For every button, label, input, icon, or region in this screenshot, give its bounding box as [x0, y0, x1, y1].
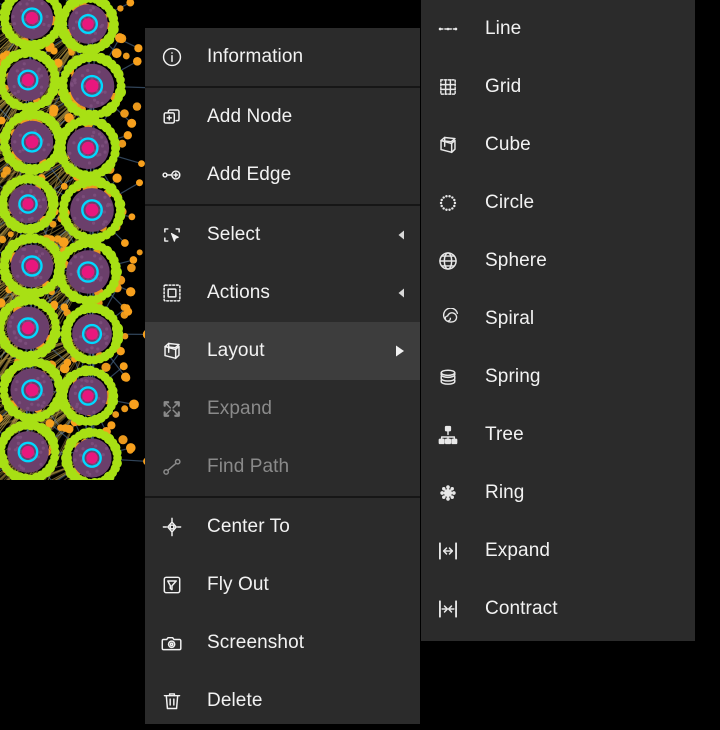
submenu-item-tree[interactable]: Tree — [421, 406, 695, 464]
submenu-item-label: Spiral — [485, 308, 534, 330]
menu-item-label: Expand — [207, 398, 272, 420]
menu-item-fly-out[interactable]: Fly Out — [145, 556, 420, 614]
submenu-item-label: Grid — [485, 76, 521, 98]
ring-cluster-icon — [437, 480, 467, 506]
submenu-item-ring[interactable]: Ring — [421, 464, 695, 522]
camera-icon — [161, 630, 191, 656]
cube-icon — [437, 132, 467, 158]
line-icon — [437, 16, 467, 42]
trash-icon — [161, 688, 191, 714]
submenu-item-line[interactable]: Line — [421, 0, 695, 58]
menu-item-layout[interactable]: Layout — [145, 322, 420, 380]
layout-submenu: Line Grid Cube Circle Sphere Spiral Spring Tree… — [421, 0, 695, 641]
submenu-item-expand[interactable]: Expand — [421, 522, 695, 580]
network-graph-visualization[interactable] — [0, 0, 145, 480]
submenu-item-label: Cube — [485, 134, 531, 156]
find-path-icon — [161, 454, 191, 480]
menu-item-delete[interactable]: Delete — [145, 672, 420, 730]
menu-item-label: Select — [207, 224, 260, 246]
menu-item-label: Actions — [207, 282, 270, 304]
menu-item-label: Layout — [207, 340, 265, 362]
actions-marquee-icon — [161, 280, 191, 306]
spiral-icon — [437, 306, 467, 332]
menu-group: Add Node Add Edge — [145, 88, 420, 206]
chevron-left-icon — [394, 286, 406, 300]
contract-horizontal-icon — [437, 596, 467, 622]
menu-item-add-node[interactable]: Add Node — [145, 88, 420, 146]
cube-icon — [161, 338, 191, 364]
submenu-item-cube[interactable]: Cube — [421, 116, 695, 174]
menu-item-information[interactable]: Information — [145, 28, 420, 86]
menu-item-label: Find Path — [207, 456, 289, 478]
menu-item-label: Add Node — [207, 106, 292, 128]
crosshair-icon — [161, 514, 191, 540]
menu-group: Information — [145, 28, 420, 88]
submenu-item-spring[interactable]: Spring — [421, 348, 695, 406]
circle-dotted-icon — [437, 190, 467, 216]
menu-item-find-path: Find Path — [145, 438, 420, 496]
menu-item-label: Information — [207, 46, 303, 68]
app-window: Information Add Node Add Edge Select Actions… — [0, 0, 720, 724]
submenu-item-label: Contract — [485, 598, 558, 620]
submenu-item-label: Line — [485, 18, 521, 40]
tree-hierarchy-icon — [437, 422, 467, 448]
submenu-item-circle[interactable]: Circle — [421, 174, 695, 232]
submenu-item-label: Expand — [485, 540, 550, 562]
info-circle-icon — [161, 44, 191, 70]
graph-canvas — [0, 0, 145, 480]
expand-horizontal-icon — [437, 538, 467, 564]
menu-item-actions[interactable]: Actions — [145, 264, 420, 322]
menu-item-expand: Expand — [145, 380, 420, 438]
add-edge-icon — [161, 162, 191, 188]
spring-coil-icon — [437, 364, 467, 390]
submenu-item-label: Ring — [485, 482, 524, 504]
menu-item-center-to[interactable]: Center To — [145, 498, 420, 556]
submenu-item-label: Sphere — [485, 250, 547, 272]
select-cursor-icon — [161, 222, 191, 248]
chevron-left-icon — [394, 228, 406, 242]
sphere-globe-icon — [437, 248, 467, 274]
menu-item-select[interactable]: Select — [145, 206, 420, 264]
submenu-item-spiral[interactable]: Spiral — [421, 290, 695, 348]
submenu-item-sphere[interactable]: Sphere — [421, 232, 695, 290]
submenu-item-contract[interactable]: Contract — [421, 580, 695, 638]
chevron-right-icon — [394, 344, 406, 358]
submenu-item-label: Tree — [485, 424, 524, 446]
context-menu: Information Add Node Add Edge Select Actions… — [145, 28, 420, 724]
menu-item-label: Delete — [207, 690, 263, 712]
menu-group: Center To Fly Out Screenshot Delete — [145, 498, 420, 730]
grid-icon — [437, 74, 467, 100]
submenu-item-grid[interactable]: Grid — [421, 58, 695, 116]
menu-item-label: Fly Out — [207, 574, 269, 596]
menu-item-label: Center To — [207, 516, 290, 538]
expand-arrows-icon — [161, 396, 191, 422]
submenu-item-label: Circle — [485, 192, 534, 214]
menu-item-label: Add Edge — [207, 164, 291, 186]
add-node-icon — [161, 104, 191, 130]
menu-item-add-edge[interactable]: Add Edge — [145, 146, 420, 204]
fly-out-icon — [161, 572, 191, 598]
menu-group: Select Actions Layout Expand Find Path — [145, 206, 420, 498]
menu-item-label: Screenshot — [207, 632, 304, 654]
menu-item-screenshot[interactable]: Screenshot — [145, 614, 420, 672]
submenu-item-label: Spring — [485, 366, 541, 388]
